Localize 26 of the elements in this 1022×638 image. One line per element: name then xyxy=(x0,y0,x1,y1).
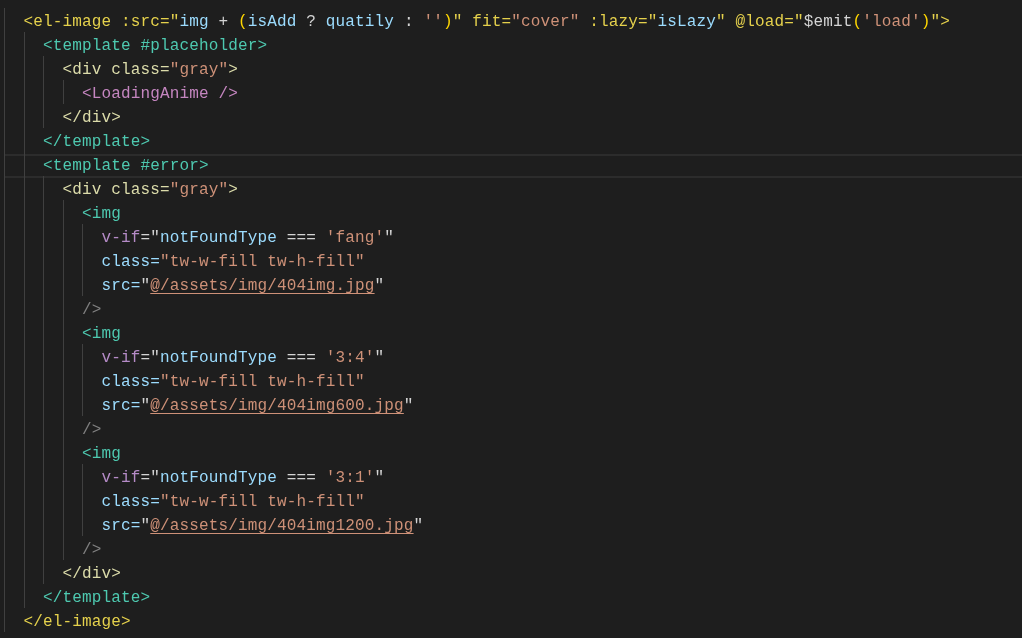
code-line: v-if="notFoundType === 'fang'" xyxy=(101,228,395,248)
code-line: <img xyxy=(82,204,121,224)
code-line: <template #error> xyxy=(43,156,209,176)
code-line: <LoadingAnime /> xyxy=(82,84,239,104)
code-line: </div> xyxy=(62,564,121,584)
code-line: <img xyxy=(82,324,121,344)
code-line: </template> xyxy=(43,588,151,608)
code-line: </div> xyxy=(62,108,121,128)
code-line: /> xyxy=(82,540,102,560)
code-line: src="@/assets/img/404img600.jpg" xyxy=(101,396,414,416)
code-line: <template #placeholder> xyxy=(43,36,268,56)
code-line: src="@/assets/img/404img1200.jpg" xyxy=(101,516,424,536)
code-line: class="tw-w-fill tw-h-fill" xyxy=(101,372,365,392)
code-line: <div class="gray"> xyxy=(62,180,239,200)
code-line: <el-image :src="img + (isAdd ? quatily : '')" fit="cover" :lazy="isLazy" @load="$emit('load')"> xyxy=(23,12,951,32)
code-line: <img xyxy=(82,444,121,464)
code-line: /> xyxy=(82,420,102,440)
code-line: class="tw-w-fill tw-h-fill" xyxy=(101,492,365,512)
code-line: class="tw-w-fill tw-h-fill" xyxy=(101,252,365,272)
code-line: </el-image> xyxy=(23,612,131,632)
code-line: <div class="gray"> xyxy=(62,60,239,80)
code-line: v-if="notFoundType === '3:4'" xyxy=(101,348,385,368)
code-line: v-if="notFoundType === '3:1'" xyxy=(101,468,385,488)
code-line: /> xyxy=(82,300,102,320)
code-line: src="@/assets/img/404img.jpg" xyxy=(101,276,385,296)
code-line: </template> xyxy=(43,132,151,152)
